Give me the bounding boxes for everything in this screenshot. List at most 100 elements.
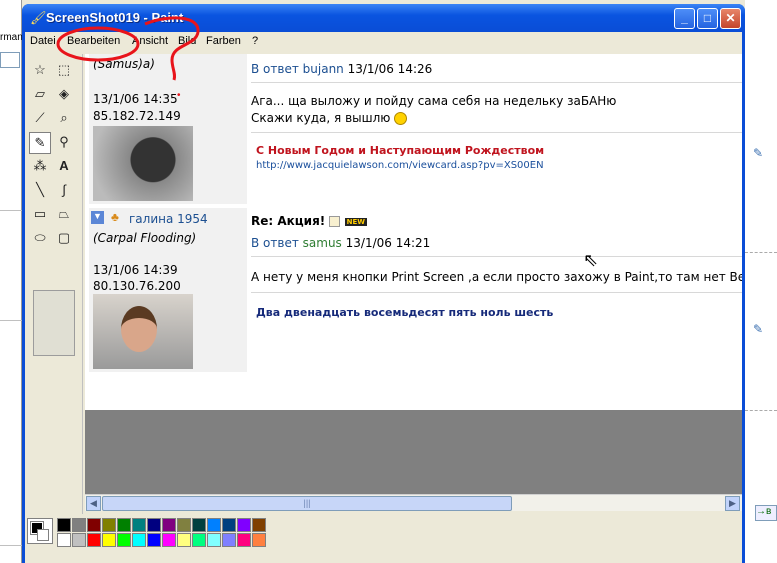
- post-ip: 80.130.76.200: [93, 279, 181, 293]
- smiley-icon: [394, 112, 408, 125]
- author-name[interactable]: галина 1954: [129, 212, 208, 226]
- color-swatch[interactable]: [207, 533, 221, 547]
- maximize-button[interactable]: □: [697, 8, 718, 29]
- minimize-button[interactable]: _: [674, 8, 695, 29]
- post-body-line: Скажи куда, я вышлю: [251, 111, 408, 125]
- divider: [0, 210, 22, 211]
- scroll-thumb[interactable]: |||: [102, 496, 512, 511]
- canvas[interactable]: (Samus)a) 13/1/06 14:35 • 85.182.72.149 …: [85, 54, 742, 410]
- divider: [251, 292, 742, 293]
- color-swatch[interactable]: [207, 518, 221, 532]
- color-palette: [25, 514, 742, 563]
- color-swatch[interactable]: [87, 533, 101, 547]
- background-button: →в: [755, 505, 777, 521]
- quote-icon: ✎: [753, 146, 764, 160]
- author-rank: (Carpal Flooding): [93, 231, 197, 245]
- divider: [251, 82, 742, 83]
- free-select-icon[interactable]: ☆: [29, 60, 51, 82]
- post-icon: [329, 216, 341, 227]
- color-swatch[interactable]: [177, 518, 191, 532]
- rounded-rect-icon[interactable]: ▢: [53, 228, 75, 250]
- annotation-circle-icon: [56, 16, 200, 81]
- scroll-left-icon[interactable]: ◀: [86, 496, 101, 511]
- color-swatch[interactable]: [72, 533, 86, 547]
- quote-icon: ✎: [753, 322, 764, 336]
- background-window-left: rman: [0, 0, 23, 563]
- close-button[interactable]: ✕: [720, 8, 741, 29]
- reply-line: В ответ bujann 13/1/06 14:26: [251, 62, 433, 76]
- background-text-fragment: rman: [0, 32, 23, 43]
- color-swatch[interactable]: [117, 533, 131, 547]
- background-field: [0, 52, 20, 68]
- brush-icon[interactable]: ⚲: [53, 132, 75, 154]
- color-swatch[interactable]: [222, 533, 236, 547]
- signature: Два двенадцать восемьдесят пять ноль шес…: [256, 306, 554, 319]
- post-time: 13/1/06 14:39: [93, 263, 178, 277]
- paint-window: 🖌 ScreenShot019 - Paint _ □ ✕ Datei Bear…: [22, 4, 745, 563]
- post-subject: Re: Акция! NEW: [251, 214, 368, 228]
- magnifier-icon[interactable]: ⌕: [53, 108, 75, 130]
- background-window-right: ✎ ✎ →в: [745, 0, 777, 563]
- signature-link[interactable]: http://www.jacquielawson.com/viewcard.as…: [256, 160, 544, 171]
- curve-icon[interactable]: ∫: [53, 180, 75, 202]
- text-tool-icon[interactable]: A: [53, 156, 75, 178]
- canvas-area[interactable]: (Samus)a) 13/1/06 14:35 • 85.182.72.149 …: [85, 54, 742, 494]
- eraser-icon[interactable]: ▱: [29, 84, 51, 106]
- tool-options-panel[interactable]: [33, 290, 75, 356]
- color-swatch[interactable]: [162, 518, 176, 532]
- color-swatch[interactable]: [252, 518, 266, 532]
- fill-bucket-icon[interactable]: ◈: [53, 84, 75, 106]
- ellipse-icon[interactable]: ⬭: [29, 228, 51, 250]
- avatar: [93, 126, 193, 201]
- color-swatch[interactable]: [192, 533, 206, 547]
- signature-title: С Новым Годом и Наступающим Рождеством: [256, 144, 545, 157]
- color-swatch[interactable]: [147, 533, 161, 547]
- color-swatch[interactable]: [57, 518, 71, 532]
- arrow-down-icon[interactable]: ▼: [91, 211, 104, 224]
- color-swatch[interactable]: [147, 518, 161, 532]
- post-body-line: А нету у меня кнопки Print Screen ,а есл…: [251, 270, 742, 284]
- users-icon: ♣: [111, 210, 119, 224]
- current-colors[interactable]: [27, 518, 53, 544]
- color-swatch[interactable]: [57, 533, 71, 547]
- background-color: [37, 529, 49, 541]
- color-swatch[interactable]: [222, 518, 236, 532]
- color-swatch[interactable]: [132, 518, 146, 532]
- color-swatch[interactable]: [192, 518, 206, 532]
- airbrush-icon[interactable]: ⁂: [29, 156, 51, 178]
- color-swatch[interactable]: [132, 533, 146, 547]
- post-time: 13/1/06 14:35: [93, 92, 178, 106]
- post-body-line: Ага... ща выложу и пойду сама себя на не…: [251, 94, 617, 108]
- divider: [251, 256, 742, 257]
- color-swatch[interactable]: [237, 533, 251, 547]
- mouse-cursor-icon: ⇖: [583, 250, 599, 270]
- pencil-icon[interactable]: ✎: [29, 132, 51, 154]
- post-ip: 85.182.72.149: [93, 109, 181, 123]
- color-swatch[interactable]: [72, 518, 86, 532]
- paint-app-icon: 🖌: [30, 10, 47, 25]
- color-swatch[interactable]: [177, 533, 191, 547]
- menu-help[interactable]: ?: [252, 35, 258, 47]
- post-author-panel: ▼ ♣ галина 1954 (Carpal Flooding) 13/1/0…: [89, 208, 247, 372]
- color-picker-icon[interactable]: ⟋: [29, 108, 51, 130]
- rectangle-icon[interactable]: ▭: [29, 204, 51, 226]
- dot-icon: •: [177, 90, 181, 101]
- new-badge: NEW: [344, 217, 368, 226]
- color-swatch[interactable]: [252, 533, 266, 547]
- scroll-right-icon[interactable]: ▶: [725, 496, 740, 511]
- avatar: [93, 294, 193, 369]
- color-swatch[interactable]: [102, 533, 116, 547]
- color-swatch[interactable]: [117, 518, 131, 532]
- divider: [0, 545, 22, 546]
- color-swatch[interactable]: [102, 518, 116, 532]
- color-swatch[interactable]: [87, 518, 101, 532]
- line-icon[interactable]: ╲: [29, 180, 51, 202]
- horizontal-scrollbar[interactable]: ◀ ||| ▶: [85, 494, 742, 511]
- reply-line: В ответ samus 13/1/06 14:21: [251, 236, 431, 250]
- polygon-icon[interactable]: ⏢: [53, 204, 75, 226]
- color-swatch[interactable]: [162, 533, 176, 547]
- toolbox: ☆ ⬚ ▱ ◈ ⟋ ⌕ ✎ ⚲ ⁂ A ╲ ∫ ▭ ⏢ ⬭ ▢: [27, 54, 83, 514]
- color-swatch[interactable]: [237, 518, 251, 532]
- divider: [251, 132, 742, 133]
- window-frame: Datei Bearbeiten Ansicht Bild Farben ? ☆…: [25, 32, 742, 563]
